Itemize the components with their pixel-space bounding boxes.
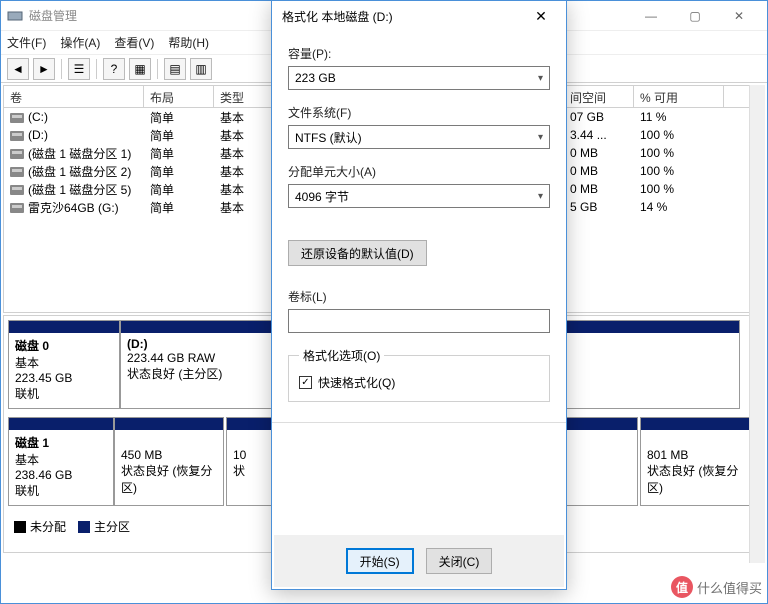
quick-format-checkbox[interactable]: ✓ 快速格式化(Q) — [299, 374, 539, 391]
quick-format-label: 快速格式化(Q) — [318, 374, 395, 391]
menu-action[interactable]: 操作(A) — [60, 34, 100, 51]
disk-label[interactable]: 磁盘 0基本223.45 GB联机 — [8, 320, 120, 409]
chevron-down-icon: ▾ — [538, 73, 543, 84]
allocation-label: 分配单元大小(A) — [288, 163, 550, 180]
toolbar-separator — [96, 59, 97, 79]
format-options-legend: 格式化选项(O) — [299, 347, 384, 364]
format-dialog: 格式化 本地磁盘 (D:) ✕ 容量(P): 223 GB ▾ 文件系统(F) … — [271, 0, 567, 590]
toolbar-forward-button[interactable]: ► — [33, 58, 55, 80]
disk-icon — [10, 185, 24, 195]
col-volume[interactable]: 卷 — [4, 86, 144, 107]
allocation-select[interactable]: 4096 字节 ▾ — [288, 184, 550, 208]
toolbar-btn-3[interactable]: ☰ — [68, 58, 90, 80]
chevron-down-icon: ▾ — [538, 191, 543, 202]
disk-icon — [10, 203, 24, 213]
minimize-button[interactable]: — — [629, 2, 673, 30]
capacity-select[interactable]: 223 GB ▾ — [288, 66, 550, 90]
toolbar-btn-7[interactable]: ▥ — [190, 58, 212, 80]
col-free[interactable]: 间空间 — [564, 86, 634, 107]
volume-label-input[interactable] — [288, 309, 550, 333]
volume-label-label: 卷标(L) — [288, 288, 550, 305]
restore-defaults-button[interactable]: 还原设备的默认值(D) — [288, 240, 427, 266]
menu-help[interactable]: 帮助(H) — [168, 34, 209, 51]
menu-view[interactable]: 查看(V) — [114, 34, 154, 51]
scrollbar[interactable] — [749, 85, 765, 563]
dialog-separator — [272, 422, 566, 423]
checkbox-checked-icon: ✓ — [299, 376, 312, 389]
format-options-fieldset: 格式化选项(O) ✓ 快速格式化(Q) — [288, 347, 550, 402]
col-type[interactable]: 类型 — [214, 86, 274, 107]
capacity-value: 223 GB — [295, 71, 336, 85]
dialog-title: 格式化 本地磁盘 (D:) — [282, 8, 526, 25]
disk-partition[interactable]: 801 MB状态良好 (恢复分区) — [640, 417, 760, 506]
app-icon — [7, 8, 23, 24]
toolbar-btn-4[interactable]: ? — [103, 58, 125, 80]
legend-unallocated: 未分配 — [30, 518, 66, 535]
capacity-label: 容量(P): — [288, 45, 550, 62]
dialog-titlebar[interactable]: 格式化 本地磁盘 (D:) ✕ — [272, 1, 566, 31]
chevron-down-icon: ▾ — [538, 132, 543, 143]
watermark: 值 什么值得买 — [671, 576, 762, 598]
col-layout[interactable]: 布局 — [144, 86, 214, 107]
toolbar-separator — [61, 59, 62, 79]
filesystem-select[interactable]: NTFS (默认) ▾ — [288, 125, 550, 149]
toolbar-btn-5[interactable]: ▦ — [129, 58, 151, 80]
disk-icon — [10, 149, 24, 159]
dialog-footer: 开始(S) 关闭(C) — [274, 535, 564, 587]
disk-icon — [10, 167, 24, 177]
close-button[interactable]: ✕ — [717, 2, 761, 30]
watermark-text: 什么值得买 — [697, 578, 762, 597]
legend-swatch-primary — [78, 521, 90, 533]
col-pct[interactable]: % 可用 — [634, 86, 724, 107]
dialog-close-button[interactable]: ✕ — [526, 8, 556, 25]
legend-primary: 主分区 — [94, 518, 130, 535]
disk-icon — [10, 113, 24, 123]
toolbar-btn-6[interactable]: ▤ — [164, 58, 186, 80]
filesystem-value: NTFS (默认) — [295, 129, 362, 146]
cancel-button[interactable]: 关闭(C) — [426, 548, 493, 574]
toolbar-back-button[interactable]: ◄ — [7, 58, 29, 80]
toolbar-separator — [157, 59, 158, 79]
disk-label[interactable]: 磁盘 1基本238.46 GB联机 — [8, 417, 114, 506]
watermark-icon: 值 — [671, 576, 693, 598]
allocation-value: 4096 字节 — [295, 188, 349, 205]
disk-icon — [10, 131, 24, 141]
menu-file[interactable]: 文件(F) — [7, 34, 46, 51]
legend-swatch-unallocated — [14, 521, 26, 533]
disk-partition[interactable]: 450 MB状态良好 (恢复分区) — [114, 417, 224, 506]
filesystem-label: 文件系统(F) — [288, 104, 550, 121]
start-button[interactable]: 开始(S) — [346, 548, 414, 574]
maximize-button[interactable]: ▢ — [673, 2, 717, 30]
